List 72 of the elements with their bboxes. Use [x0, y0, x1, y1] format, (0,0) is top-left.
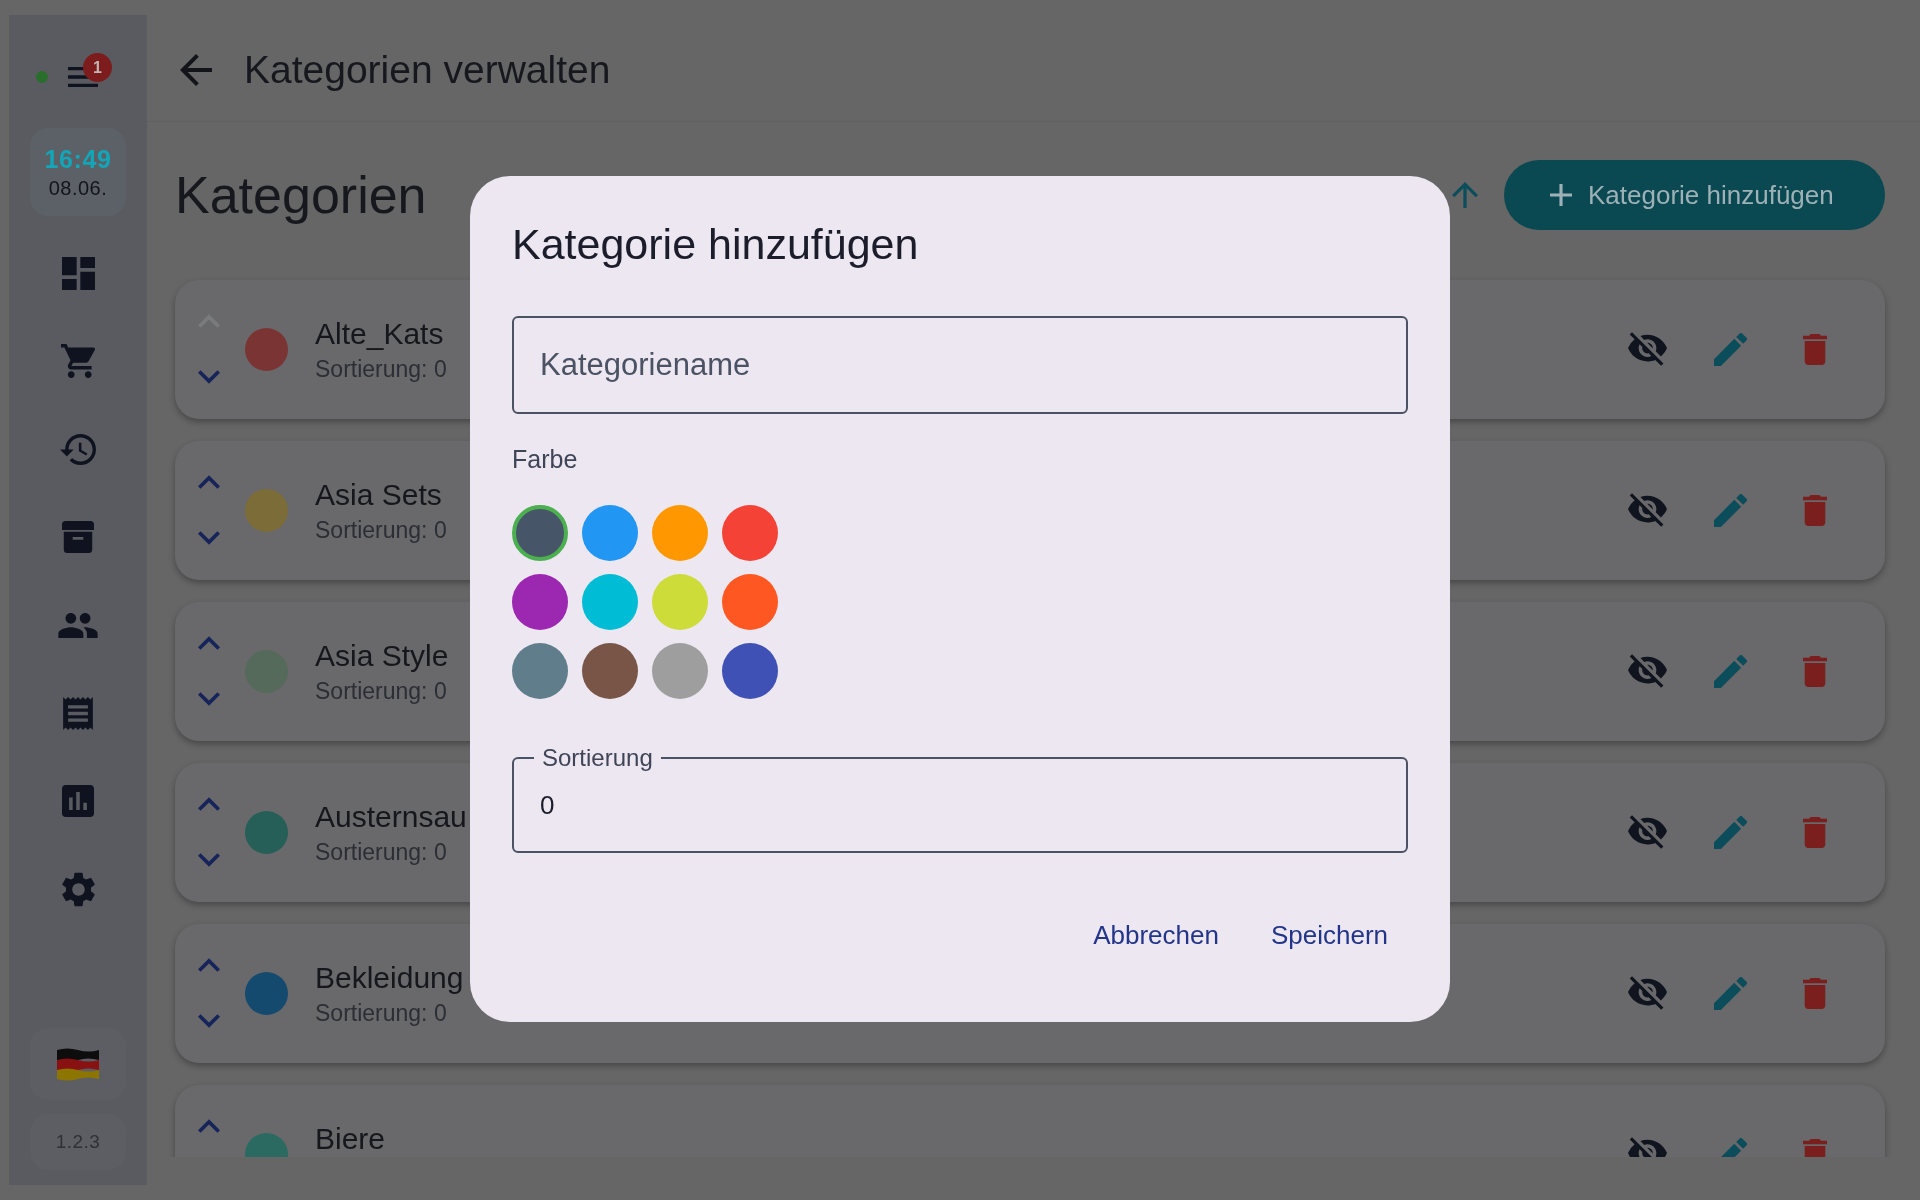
category-name: Austernsau — [315, 799, 467, 835]
count-badge: 1 — [83, 53, 112, 82]
eye-off-icon[interactable] — [1628, 493, 1667, 527]
category-name: Bekleidung — [315, 960, 464, 996]
eye-off-icon[interactable] — [1628, 976, 1667, 1010]
shopping-cart-icon[interactable] — [61, 344, 95, 378]
color-swatch-icon[interactable] — [582, 574, 638, 630]
receipt-icon[interactable] — [63, 696, 93, 730]
color-swatch-icon[interactable] — [652, 505, 708, 561]
color-swatch-icon[interactable] — [722, 574, 778, 630]
color-swatch-icon[interactable] — [512, 574, 568, 630]
color-swatch-icon[interactable] — [652, 574, 708, 630]
field-label: Farbe — [512, 444, 578, 474]
eye-off-icon[interactable] — [1628, 654, 1667, 688]
add-category-button[interactable]: Kategorie hinzufügen — [1504, 160, 1885, 230]
pencil-icon[interactable] — [1714, 976, 1747, 1010]
category-name: Asia Style — [315, 638, 449, 674]
color-swatch-icon[interactable] — [512, 643, 568, 699]
page-title: Kategorien verwalten — [244, 46, 611, 93]
chevron-up-icon[interactable] — [198, 797, 220, 811]
archive-box-icon[interactable] — [62, 521, 94, 553]
settings-icon[interactable] — [61, 871, 95, 907]
arrow-up-icon[interactable] — [1452, 182, 1478, 208]
sort-order-text: Sortierung: 0 — [315, 355, 447, 383]
trash-icon[interactable] — [1803, 333, 1827, 365]
category-name: Biere — [315, 1121, 386, 1157]
sort-order-text: Sortierung: 0 — [315, 677, 448, 705]
dialog-title: Kategorie hinzufügen — [512, 219, 919, 269]
field-label: Sortierung — [542, 744, 653, 772]
flag-icon — [57, 1047, 99, 1081]
trash-icon[interactable] — [1803, 655, 1827, 687]
color-swatch-icon[interactable] — [512, 505, 568, 561]
color-swatch-icon[interactable] — [582, 505, 638, 561]
clock-date: 08.06. — [48, 176, 108, 200]
color-swatch-icon[interactable] — [582, 643, 638, 699]
chevron-up-icon[interactable] — [198, 636, 220, 650]
trash-icon[interactable] — [1803, 816, 1827, 848]
pencil-icon[interactable] — [1714, 654, 1747, 688]
sort-order-text: Sortierung: 0 — [315, 516, 447, 544]
pencil-icon[interactable] — [1714, 493, 1747, 527]
trash-icon[interactable] — [1803, 494, 1827, 526]
history-icon[interactable] — [60, 433, 96, 465]
back-arrow-icon[interactable] — [180, 53, 212, 86]
chevron-down-icon[interactable] — [198, 370, 220, 384]
sort-order-text: Sortierung: 0 — [315, 838, 448, 866]
cancel-button[interactable]: Abbrechen — [1077, 911, 1235, 959]
color-swatch-icon[interactable] — [722, 505, 778, 561]
chevron-down-icon[interactable] — [198, 692, 220, 706]
pencil-icon[interactable] — [1714, 815, 1747, 849]
color-swatch-icon[interactable] — [722, 643, 778, 699]
eye-off-icon[interactable] — [1628, 815, 1667, 849]
color-swatch-icon[interactable] — [652, 643, 708, 699]
category-name: Alte_Kats — [315, 316, 445, 352]
eye-off-icon[interactable] — [1628, 332, 1667, 366]
save-button[interactable]: Speichern — [1254, 911, 1404, 959]
chevron-up-icon[interactable] — [198, 475, 220, 489]
category-name: Asia Sets — [315, 477, 443, 513]
chevron-down-icon[interactable] — [198, 853, 220, 867]
chevron-up-icon[interactable] — [198, 958, 220, 972]
people-icon[interactable] — [58, 612, 98, 638]
sort-order-text: Sortierung: 0 — [315, 999, 448, 1027]
chevron-down-icon[interactable] — [198, 531, 220, 545]
pencil-icon[interactable] — [1714, 332, 1747, 366]
chevron-up-icon[interactable] — [198, 1119, 220, 1133]
clock-time: 16:49 — [44, 144, 112, 174]
name-field[interactable]: Kategoriename — [512, 316, 1408, 414]
bar-chart-icon[interactable] — [62, 785, 94, 817]
chevron-down-icon[interactable] — [198, 1014, 220, 1028]
section-heading: Kategorien — [175, 165, 427, 225]
dashboard-icon[interactable] — [61, 256, 95, 290]
plus-icon — [1550, 184, 1572, 206]
trash-icon[interactable] — [1803, 977, 1827, 1009]
